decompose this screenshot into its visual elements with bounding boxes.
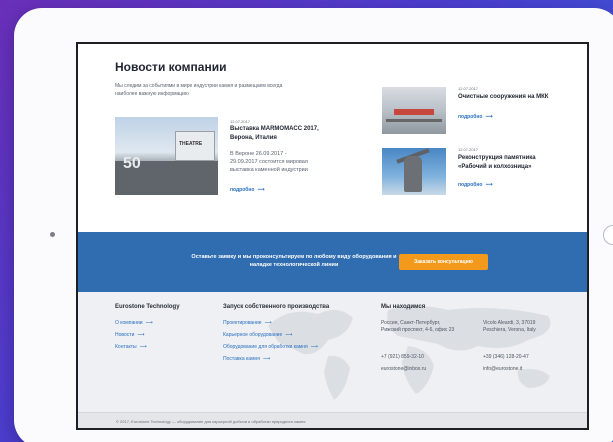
copyright-bar: © 2017, Eurostone Technology — оборудова… [78,412,587,428]
italy-address: Vicolo Aleardi, 3, 37019 Peschiera, Vero… [483,320,536,333]
copyright-text: © 2017, Eurostone Technology — оборудова… [116,419,306,424]
footer-link-quarry[interactable]: Карьерное оборудование ⟶ [223,332,292,338]
website-screen: Новости компании Мы следим за событиями … [76,42,589,430]
featured-date: 12.07.2017 [230,119,251,124]
footer-link-stone-processing[interactable]: Оборудование для обработки камня ⟶ [223,344,318,350]
footer-col1-title: Eurostone Technology [115,304,180,310]
footer-link-about[interactable]: О компании ⟶ [115,320,153,326]
footer-col2-title: Запуск собственного производства [223,304,330,310]
italy-email[interactable]: info@eurostone.it [483,366,522,373]
news-thumb-2[interactable] [382,148,446,195]
russia-address: Россия, Санкт-Петербург, Рижский проспек… [381,320,455,333]
footer-link-contacts[interactable]: Контакты ⟶ [115,344,147,350]
side-news-2-date: 12.07.2017 [458,147,479,152]
home-button[interactable] [603,225,613,245]
side-news-2-title[interactable]: Реконструкция памятника «Рабочий и колхо… [458,154,554,172]
featured-text: В Вероне 26.09.2017 - 29.09.2017 состоит… [230,151,308,173]
russia-email[interactable]: eurostone@inbox.ru [381,366,426,373]
tablet-frame: Новости компании Мы следим за событиями … [14,8,613,442]
consultation-banner: Оставьте заявку и мы проконсультируем по… [78,232,587,292]
order-consultation-button[interactable]: Заказать консультацию [399,254,488,270]
italy-phone[interactable]: +39 (346) 128-20-47 [483,354,529,361]
featured-more-link[interactable]: подробно ⟶ [230,187,265,193]
footer-col3-title: Мы находимся [381,304,426,310]
news-intro: Мы следим за событиями в мире индустрии … [115,83,283,97]
side-news-2-more[interactable]: подробно ⟶ [458,182,493,188]
exhibition-sign: 50 [123,155,141,172]
news-heading: Новости компании [115,60,227,74]
news-section: Новости компании Мы следим за событиями … [78,44,587,232]
footer-link-stone-supply[interactable]: Поставка камня ⟶ [223,356,270,362]
world-map-icon [268,306,551,400]
side-news-1-title[interactable]: Очистные сооружения на МКК [458,93,568,102]
news-thumb-1[interactable] [382,87,446,134]
side-news-1-date: 12.07.2017 [458,86,479,91]
site-footer: Eurostone Technology О компании ⟶ Новости… [78,292,587,412]
side-news-1-more[interactable]: подробно ⟶ [458,114,493,120]
camera-dot [50,232,55,237]
footer-link-news[interactable]: Новости ⟶ [115,332,145,338]
russia-phone[interactable]: +7 (921) 859-32-10 [381,354,424,361]
cta-text: Оставьте заявку и мы проконсультируем по… [191,254,397,268]
featured-title[interactable]: Выставка MARMOMACC 2017, Верона, Италия [230,125,330,143]
featured-news-photo[interactable]: 50 THEATRE [115,117,218,195]
footer-link-design[interactable]: Проектирование ⟶ [223,320,272,326]
